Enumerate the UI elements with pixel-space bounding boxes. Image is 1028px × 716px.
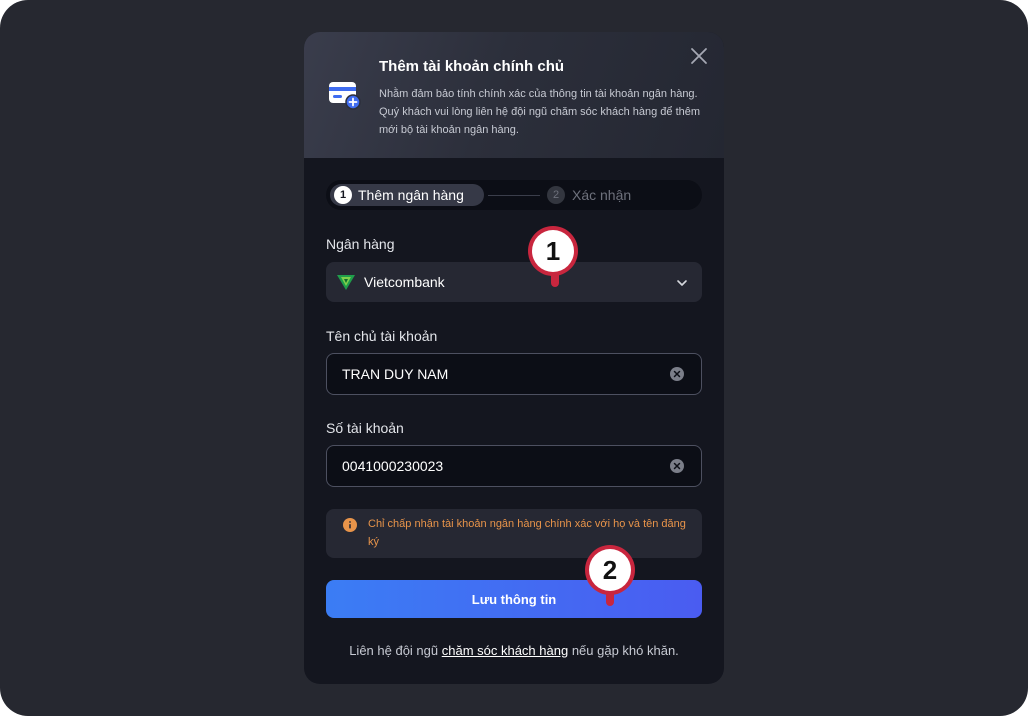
account-name-input[interactable] [342, 365, 662, 383]
bank-select-value: Vietcombank [364, 274, 445, 290]
account-number-label: Số tài khoản [326, 420, 404, 436]
info-icon [343, 518, 357, 532]
step-confirm-label: Xác nhận [572, 187, 632, 203]
app-frame: Thêm tài khoản chính chủ Nhằm đảm bảo tí… [0, 0, 1028, 716]
step-number: 1 [334, 186, 352, 204]
vietcombank-logo-icon [336, 272, 356, 292]
clear-icon[interactable] [670, 367, 684, 381]
customer-care-link[interactable]: chăm sóc khách hàng [442, 643, 568, 658]
save-button[interactable]: Lưu thông tin [326, 580, 702, 618]
step-add-bank: 1 Thêm ngân hàng [330, 184, 484, 206]
account-name-field-box [326, 353, 702, 395]
bank-card-icon [328, 80, 362, 110]
modal-header: Thêm tài khoản chính chủ Nhằm đảm bảo tí… [304, 32, 724, 158]
modal-title: Thêm tài khoản chính chủ [379, 58, 565, 75]
annotation-label: 1 [545, 236, 561, 266]
footer-suffix: nếu gặp khó khăn. [568, 643, 679, 658]
bank-select[interactable]: Vietcombank [326, 262, 702, 302]
stepper: 1 Thêm ngân hàng 2 Xác nhận [326, 180, 702, 210]
modal-description: Nhằm đảm bảo tính chính xác của thông ti… [379, 88, 701, 136]
close-icon[interactable] [690, 47, 708, 65]
chevron-down-icon [676, 276, 688, 288]
step-number: 2 [547, 186, 565, 204]
annotation-label: 2 [602, 555, 618, 585]
account-name-label: Tên chủ tài khoản [326, 328, 438, 344]
step-label: Thêm ngân hàng [358, 187, 464, 203]
step-connector [488, 195, 540, 196]
footer-help-text: Liên hệ đội ngũ chăm sóc khách hàng nếu … [304, 643, 724, 658]
annotation-marker-1: 1 [527, 225, 585, 295]
account-number-input[interactable] [342, 457, 662, 475]
add-bank-account-modal: Thêm tài khoản chính chủ Nhằm đảm bảo tí… [304, 32, 724, 684]
bank-label: Ngân hàng [326, 236, 395, 252]
annotation-marker-2: 2 [584, 544, 642, 614]
footer-prefix: Liên hệ đội ngũ [349, 643, 442, 658]
warning-notice: Chỉ chấp nhận tài khoản ngân hàng chính … [326, 509, 702, 558]
clear-icon[interactable] [670, 459, 684, 473]
account-number-field-box [326, 445, 702, 487]
